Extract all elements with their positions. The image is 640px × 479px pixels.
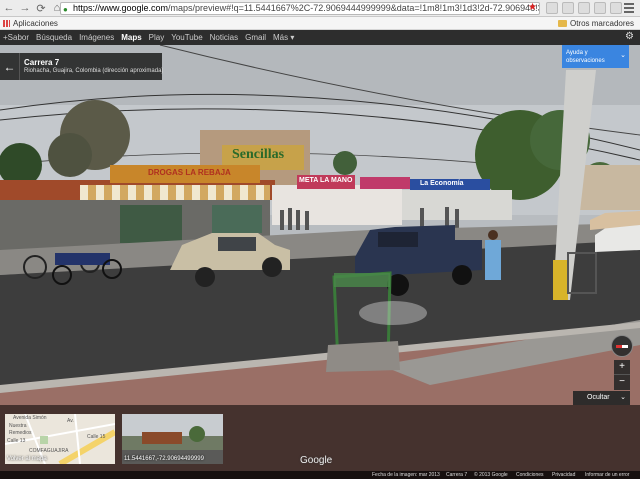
gbar-images[interactable]: Imágenes	[79, 33, 114, 42]
gbar-play[interactable]: Play	[149, 33, 165, 42]
back-to-map-label: Volver al mapa	[7, 456, 47, 462]
zoom-control: + −	[614, 360, 630, 390]
extension-icon[interactable]	[562, 2, 574, 14]
extension-icon[interactable]	[594, 2, 606, 14]
chevron-down-icon: ⌄	[620, 52, 626, 59]
chevron-down-icon: ⌄	[620, 394, 626, 401]
extension-icon[interactable]	[610, 2, 622, 14]
google-bar: +Sabor Búsqueda Imágenes Maps Play YouTu…	[0, 30, 640, 45]
apps-bookmark[interactable]: Aplicaciones	[3, 19, 58, 28]
gbar-youtube[interactable]: YouTube	[171, 33, 202, 42]
gbar-more[interactable]: Más ▾	[273, 33, 294, 42]
report-error-link[interactable]: Informar de un error	[585, 472, 629, 478]
apps-grid-icon	[3, 20, 10, 27]
other-bookmarks[interactable]: Otros marcadores	[557, 19, 634, 28]
browser-menu-icon[interactable]	[624, 3, 634, 13]
coordinates-label: 11.5441667,-72.90694499999	[124, 456, 204, 462]
extension-icon[interactable]	[578, 2, 590, 14]
gbar-maps[interactable]: Maps	[121, 33, 141, 42]
back-arrow-icon[interactable]: ←	[0, 53, 20, 80]
image-date: Fecha de la imagen: mar 2013	[372, 472, 440, 478]
extension-icon[interactable]	[546, 2, 558, 14]
google-logo: Google	[300, 455, 333, 466]
address-bar[interactable]: ● https://www.google.com/maps/preview#!q=…	[60, 2, 540, 15]
sign-meta: META LA MANO	[299, 177, 353, 184]
gear-icon[interactable]: ⚙	[625, 32, 635, 42]
address-title: Carrera 7	[24, 58, 60, 67]
sign-economia: La Economía	[420, 180, 464, 187]
folder-icon	[557, 20, 567, 27]
bookmark-star-icon[interactable]: ★	[528, 2, 537, 13]
compass-icon[interactable]	[611, 335, 633, 357]
zoom-in-button[interactable]: +	[614, 360, 630, 375]
hide-filmstrip-button[interactable]: Ocultar ⌄	[573, 391, 630, 405]
gbar-plus[interactable]: +Sabor	[3, 33, 29, 42]
lock-icon: ●	[63, 5, 68, 14]
gbar-search[interactable]: Búsqueda	[36, 33, 72, 42]
footer-street: Carrera 7	[446, 472, 468, 478]
extension-icons	[546, 2, 622, 14]
gbar-gmail[interactable]: Gmail	[245, 33, 266, 42]
gbar-news[interactable]: Noticias	[210, 33, 238, 42]
browser-toolbar: ← → ⟳ ⌂ ● https://www.google.com/maps/pre…	[0, 0, 640, 17]
zoom-out-button[interactable]: −	[614, 375, 630, 390]
bookmarks-bar: Aplicaciones Otros marcadores	[0, 17, 640, 30]
address-subtitle: Riohacha, Guajira, Colombia (dirección a…	[24, 68, 164, 74]
privacy-link[interactable]: Privacidad	[552, 472, 575, 478]
address-card: ← Carrera 7 Riohacha, Guajira, Colombia …	[0, 53, 164, 80]
sign-sencillas: Sencillas	[232, 147, 285, 162]
street-view-thumbnail[interactable]: 11.5441667,-72.90694499999	[122, 414, 223, 464]
help-feedback-button[interactable]: Ayuda y observaciones ⌄	[562, 45, 629, 68]
back-icon[interactable]: ←	[2, 1, 16, 15]
forward-icon[interactable]: →	[18, 1, 32, 15]
footer-bar: Fecha de la imagen: mar 2013 Carrera 7 ©…	[0, 471, 640, 479]
sign-drogas: DROGAS LA REBAJA	[148, 168, 231, 177]
reload-icon[interactable]: ⟳	[34, 1, 48, 15]
footer-copyright: © 2013 Google	[474, 472, 508, 478]
map-thumbnail[interactable]: Avenida Simón Nuestra Remedios Calle 13 …	[5, 414, 115, 464]
terms-link[interactable]: Condiciones	[516, 472, 544, 478]
